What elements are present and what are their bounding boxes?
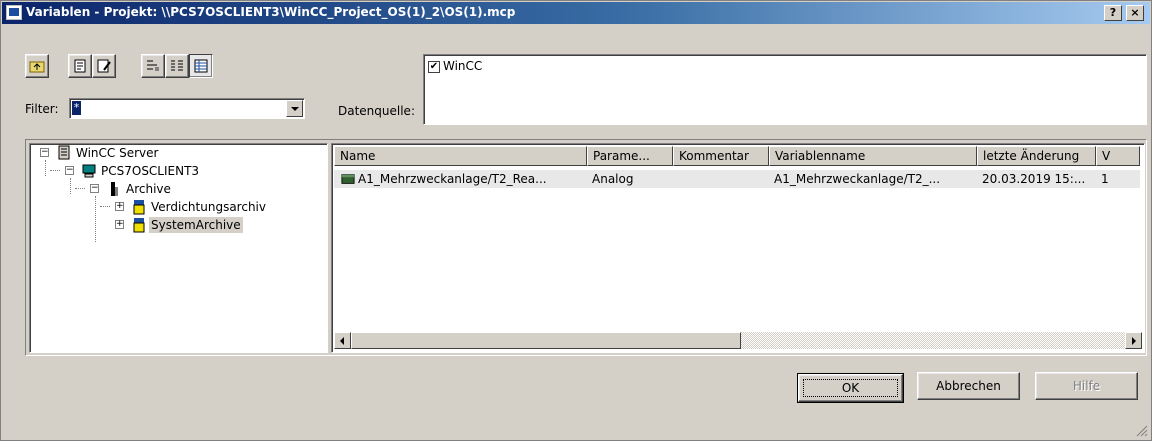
collapse-icon[interactable]: − [65, 166, 74, 175]
horizontal-scrollbar[interactable] [334, 332, 1142, 349]
column-header-v[interactable]: V [1096, 146, 1140, 166]
archive-tree: − WinCC Server − PCS7OSCLIENT3 − Archive [29, 143, 328, 353]
wincc-checkbox[interactable]: ✔ [428, 61, 440, 73]
archive-icon [111, 182, 118, 196]
tree-label: PCS7OSCLIENT3 [101, 164, 200, 178]
cell-name: A1_Mehrzweckanlage/T2_Rea... [358, 172, 547, 186]
tree-label: Archive [126, 182, 171, 196]
edit-icon [97, 59, 111, 73]
computer-icon [82, 164, 96, 178]
variables-dialog: Variablen - Projekt: \\PCS7OSCLIENT3\Win… [0, 0, 1152, 441]
database-icon [133, 200, 145, 215]
insert-icon [74, 59, 86, 73]
scrollbar-thumb[interactable] [351, 332, 741, 349]
tree-line [45, 160, 46, 176]
datasource-item-label[interactable]: WinCC [443, 59, 482, 73]
chevron-down-icon[interactable] [286, 100, 303, 117]
help-title-button[interactable]: ? [1104, 5, 1122, 21]
filter-label: Filter: [25, 102, 59, 116]
help-button[interactable]: Hilfe [1035, 372, 1138, 400]
resize-grip-icon[interactable] [1136, 425, 1148, 437]
column-header-parameter[interactable]: Parame... [587, 146, 673, 166]
column-header-name[interactable]: Name [334, 146, 587, 166]
column-header-varname[interactable]: Variablenname [769, 146, 977, 166]
cell-varname: A1_Mehrzweckanlage/T2_... [774, 172, 941, 186]
datasource-label: Datenquelle: [338, 104, 415, 118]
cell-parameter: Analog [592, 172, 634, 186]
cell-v: 1 [1101, 172, 1109, 186]
tree-line [75, 188, 85, 189]
column-header-comment[interactable]: Kommentar [673, 146, 769, 166]
large-icons-view-icon [147, 60, 159, 71]
window-title: Variablen - Projekt: \\PCS7OSCLIENT3\Win… [26, 5, 516, 19]
focus-rect [803, 379, 898, 397]
up-folder-button[interactable] [25, 54, 49, 78]
up-folder-icon [29, 61, 45, 73]
table-row[interactable]: A1_Mehrzweckanlage/T2_Rea... Analog A1_M… [334, 170, 1140, 188]
tree-line [50, 170, 60, 171]
tree-label: WinCC Server [76, 146, 159, 160]
large-icons-view-button[interactable] [141, 54, 165, 78]
variable-icon [341, 174, 355, 184]
variables-list: Name Parame... Kommentar Variablenname l… [331, 143, 1145, 353]
details-view-button[interactable] [189, 54, 213, 78]
tree-line [70, 178, 71, 194]
title-bar[interactable]: Variablen - Projekt: \\PCS7OSCLIENT3\Win… [2, 2, 1150, 24]
scroll-right-icon[interactable] [1125, 332, 1142, 349]
tree-label: SystemArchive [149, 217, 243, 233]
database-icon [133, 218, 145, 233]
tree-line [100, 206, 110, 207]
server-icon [58, 145, 70, 160]
collapse-icon[interactable]: − [40, 148, 49, 157]
scroll-left-icon[interactable] [334, 332, 351, 349]
expand-icon[interactable]: + [115, 202, 124, 211]
small-icons-view-icon [171, 60, 183, 71]
close-button[interactable]: × [1126, 5, 1144, 21]
cancel-button[interactable]: Abbrechen [917, 372, 1020, 400]
filter-value[interactable]: * [72, 101, 81, 115]
collapse-icon[interactable]: − [90, 184, 99, 193]
ok-button[interactable]: OK [797, 373, 904, 403]
tree-line [95, 196, 96, 242]
cell-last-change: 20.03.2019 15:... [982, 172, 1086, 186]
small-icons-view-button[interactable] [165, 54, 189, 78]
filter-combobox[interactable]: * [69, 98, 305, 119]
column-header-last-change[interactable]: letzte Änderung [977, 146, 1096, 166]
expand-icon[interactable]: + [115, 220, 124, 229]
tree-label: Verdichtungsarchiv [151, 200, 266, 214]
datasource-list: ✔ WinCC [423, 54, 1147, 125]
app-icon [6, 5, 22, 20]
details-view-icon [194, 59, 208, 73]
insert-button[interactable] [68, 54, 92, 78]
edit-button[interactable] [92, 54, 116, 78]
